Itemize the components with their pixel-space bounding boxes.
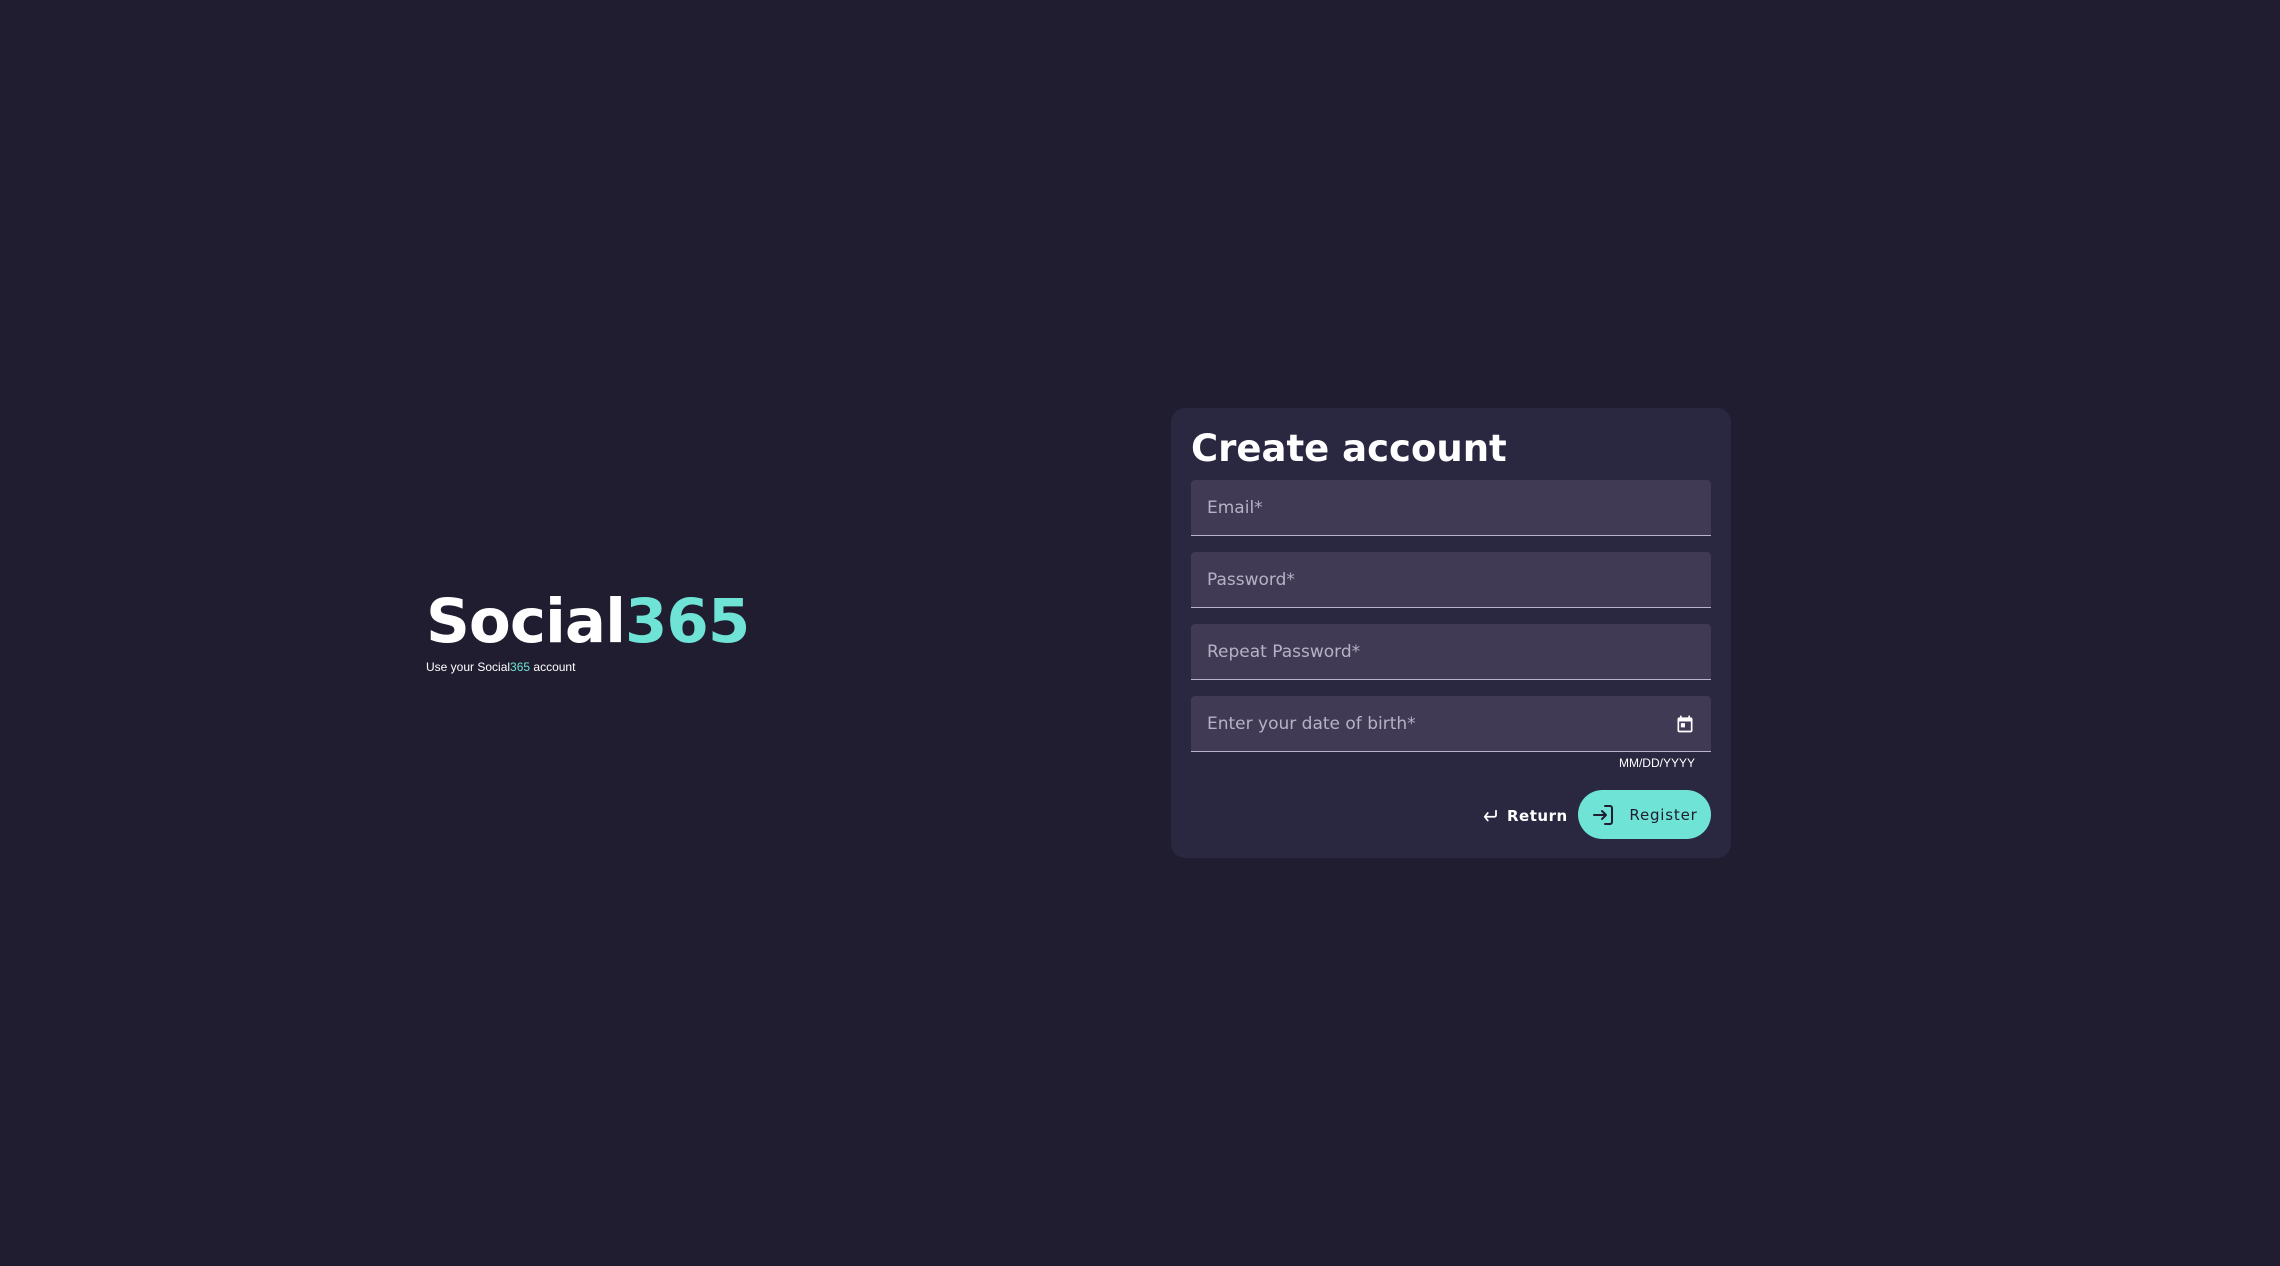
brand-block: Social365 Use your Social365 account: [426, 580, 786, 674]
date-of-birth-field: [1191, 696, 1711, 752]
brand-subtitle-accent: 365: [510, 660, 531, 674]
brand-logo: Social365: [426, 580, 786, 664]
register-button[interactable]: Register: [1578, 790, 1711, 839]
brand-subtitle-prefix: Use your Social: [426, 660, 511, 674]
register-page: Social365 Use your Social365 account Cre…: [0, 0, 2280, 1266]
password-input[interactable]: [1191, 552, 1711, 607]
return-label: Return: [1507, 807, 1568, 825]
calendar-icon: [1675, 714, 1695, 734]
create-account-card: Create account MM/DD/YYYY: [1171, 408, 1731, 858]
return-arrow-icon: [1481, 807, 1499, 825]
calendar-toggle-button[interactable]: [1671, 710, 1699, 738]
repeat-password-field: [1191, 624, 1711, 680]
email-field: [1191, 480, 1711, 536]
form-title: Create account: [1191, 427, 1507, 470]
date-format-hint: MM/DD/YYYY: [1618, 756, 1695, 770]
repeat-password-input[interactable]: [1191, 624, 1711, 679]
return-button[interactable]: Return: [1471, 792, 1578, 840]
date-of-birth-input[interactable]: [1191, 696, 1711, 751]
brand-logo-accent: 365: [624, 586, 750, 657]
brand-subtitle-suffix: account: [530, 660, 576, 674]
email-input[interactable]: [1191, 480, 1711, 535]
login-icon: [1591, 803, 1615, 827]
password-field: [1191, 552, 1711, 608]
brand-logo-primary: Social: [426, 586, 626, 657]
register-label: Register: [1629, 805, 1698, 824]
